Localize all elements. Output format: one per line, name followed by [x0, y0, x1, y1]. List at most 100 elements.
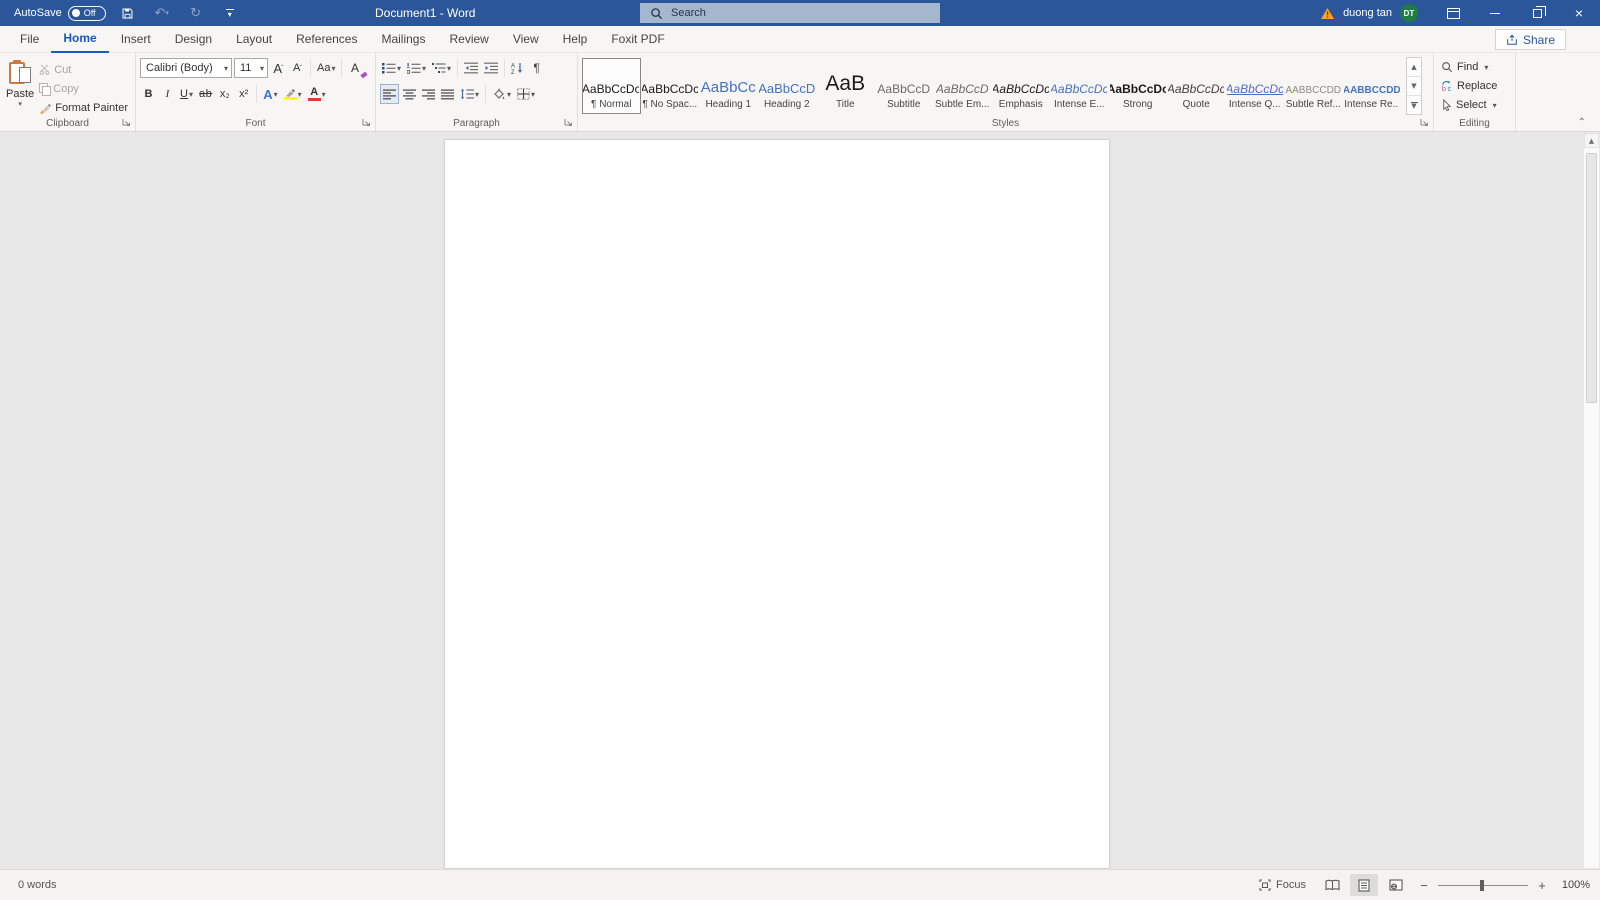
- multilevel-list-button[interactable]: ▾: [430, 58, 453, 78]
- show-hide-formatting-button[interactable]: ¶: [528, 58, 545, 78]
- copy-button[interactable]: Copy: [36, 80, 131, 97]
- save-button[interactable]: [116, 2, 140, 24]
- tab-view[interactable]: View: [501, 26, 551, 53]
- format-painter-button[interactable]: Format Painter: [36, 99, 131, 116]
- scroll-up-button[interactable]: ▲: [1584, 133, 1599, 148]
- share-button[interactable]: Share: [1495, 29, 1566, 50]
- read-mode-button[interactable]: [1318, 874, 1346, 896]
- style-subtle-reference[interactable]: AABBCCDD Subtle Ref...: [1284, 58, 1343, 114]
- styles-more-button[interactable]: ▼: [1407, 96, 1421, 114]
- tab-mailings[interactable]: Mailings: [369, 26, 437, 53]
- search-input[interactable]: [671, 7, 911, 19]
- minimize-button[interactable]: [1474, 0, 1516, 26]
- shading-button[interactable]: ▾: [490, 84, 513, 104]
- select-button[interactable]: Select ▾: [1438, 96, 1511, 114]
- tab-home[interactable]: Home: [51, 26, 108, 53]
- autosave-control[interactable]: AutoSave Off: [14, 6, 106, 21]
- undo-button[interactable]: ↶▾: [150, 2, 174, 24]
- align-center-button[interactable]: [401, 84, 418, 104]
- styles-scroll-down-button[interactable]: ▼: [1407, 77, 1421, 96]
- zoom-out-button[interactable]: −: [1414, 874, 1434, 896]
- warning-icon[interactable]: [1320, 7, 1335, 20]
- change-case-button[interactable]: Aa ▾: [315, 58, 337, 78]
- paste-button[interactable]: Paste ▾: [4, 57, 36, 115]
- font-color-button[interactable]: A ▾: [306, 84, 328, 104]
- tab-references[interactable]: References: [284, 26, 369, 53]
- grow-font-button[interactable]: Aˆ: [270, 58, 287, 78]
- bold-button[interactable]: B: [140, 84, 157, 104]
- tab-review[interactable]: Review: [437, 26, 500, 53]
- shrink-font-button[interactable]: Aˇ: [289, 58, 306, 78]
- tab-layout[interactable]: Layout: [224, 26, 284, 53]
- ribbon-display-options-button[interactable]: [1432, 0, 1474, 26]
- close-button[interactable]: ×: [1558, 0, 1600, 26]
- customize-quick-access-toolbar-button[interactable]: ▾: [218, 2, 242, 24]
- style-intense-reference[interactable]: AABBCCDD Intense Re...: [1343, 58, 1402, 114]
- font-size-combo[interactable]: 11 ▾: [234, 58, 268, 78]
- tab-design[interactable]: Design: [163, 26, 224, 53]
- align-right-button[interactable]: [420, 84, 437, 104]
- find-button[interactable]: Find ▾: [1438, 58, 1511, 76]
- scrollbar-thumb[interactable]: [1586, 153, 1597, 403]
- tab-foxit-pdf[interactable]: Foxit PDF: [599, 26, 676, 53]
- cut-button[interactable]: Cut: [36, 61, 131, 78]
- font-dialog-launcher[interactable]: [362, 118, 372, 128]
- style-no-spacing[interactable]: AaBbCcDc ¶ No Spac...: [641, 58, 700, 114]
- line-spacing-button[interactable]: ▾: [458, 84, 481, 104]
- clipboard-dialog-launcher[interactable]: [122, 118, 132, 128]
- zoom-level[interactable]: 100%: [1556, 879, 1594, 891]
- align-left-button[interactable]: [380, 84, 399, 104]
- decrease-indent-button[interactable]: [462, 58, 480, 78]
- style-intense-quote[interactable]: AaBbCcDc Intense Q...: [1226, 58, 1285, 114]
- clear-formatting-button[interactable]: A: [346, 58, 363, 78]
- print-layout-button[interactable]: [1350, 874, 1378, 896]
- styles-scroll-up-button[interactable]: ▲: [1407, 58, 1421, 77]
- redo-button[interactable]: ↻: [184, 2, 208, 24]
- subscript-button[interactable]: x₂: [216, 84, 233, 104]
- autosave-toggle[interactable]: Off: [68, 6, 106, 21]
- web-layout-button[interactable]: [1382, 874, 1410, 896]
- collapse-ribbon-button[interactable]: ⌃: [1578, 117, 1586, 128]
- avatar[interactable]: DT: [1400, 4, 1418, 22]
- tab-help[interactable]: Help: [551, 26, 600, 53]
- zoom-in-button[interactable]: +: [1532, 874, 1552, 896]
- style-title[interactable]: AaB Title: [816, 58, 875, 114]
- italic-button[interactable]: I: [159, 84, 176, 104]
- styles-dialog-launcher[interactable]: [1420, 118, 1430, 128]
- text-effects-button[interactable]: A ▾: [261, 84, 279, 104]
- style-strong[interactable]: AaBbCcDc Strong: [1109, 58, 1168, 114]
- tab-file[interactable]: File: [8, 26, 51, 53]
- zoom-slider[interactable]: [1438, 874, 1528, 896]
- increase-indent-button[interactable]: [482, 58, 500, 78]
- borders-button[interactable]: ▾: [515, 84, 537, 104]
- word-count[interactable]: 0 words: [0, 879, 57, 891]
- superscript-button[interactable]: x²: [235, 84, 252, 104]
- focus-button[interactable]: Focus: [1251, 874, 1314, 896]
- strikethrough-button[interactable]: ab: [197, 84, 214, 104]
- tab-insert[interactable]: Insert: [109, 26, 163, 53]
- style-normal[interactable]: AaBbCcDc ¶ Normal: [582, 58, 641, 114]
- underline-button[interactable]: U ▾: [178, 84, 195, 104]
- text-highlight-button[interactable]: ▾: [282, 84, 304, 104]
- bullets-button[interactable]: ▾: [380, 58, 403, 78]
- zoom-slider-thumb[interactable]: [1480, 880, 1484, 891]
- document-page[interactable]: [444, 139, 1110, 869]
- style-heading-1[interactable]: AaBbCc Heading 1: [699, 58, 758, 114]
- sort-button[interactable]: AZ: [509, 58, 526, 78]
- style-subtitle[interactable]: AaBbCcD Subtitle: [875, 58, 934, 114]
- restore-button[interactable]: [1516, 0, 1558, 26]
- justify-button[interactable]: [439, 84, 456, 104]
- style-quote[interactable]: AaBbCcDc Quote: [1167, 58, 1226, 114]
- chevron-down-icon: ▾: [422, 64, 426, 73]
- style-subtle-emphasis[interactable]: AaBbCcD Subtle Em...: [933, 58, 992, 114]
- style-emphasis[interactable]: AaBbCcDc Emphasis: [992, 58, 1051, 114]
- user-name[interactable]: duong tan: [1343, 7, 1392, 19]
- paragraph-dialog-launcher[interactable]: [564, 118, 574, 128]
- replace-button[interactable]: bc Replace: [1438, 77, 1511, 95]
- font-name-combo[interactable]: Calibri (Body) ▾: [140, 58, 232, 78]
- style-heading-2[interactable]: AaBbCcD Heading 2: [758, 58, 817, 114]
- style-intense-emphasis[interactable]: AaBbCcDc Intense E...: [1050, 58, 1109, 114]
- search-box[interactable]: [640, 3, 940, 23]
- vertical-scrollbar[interactable]: ▲: [1584, 133, 1599, 868]
- numbering-button[interactable]: ▾: [405, 58, 428, 78]
